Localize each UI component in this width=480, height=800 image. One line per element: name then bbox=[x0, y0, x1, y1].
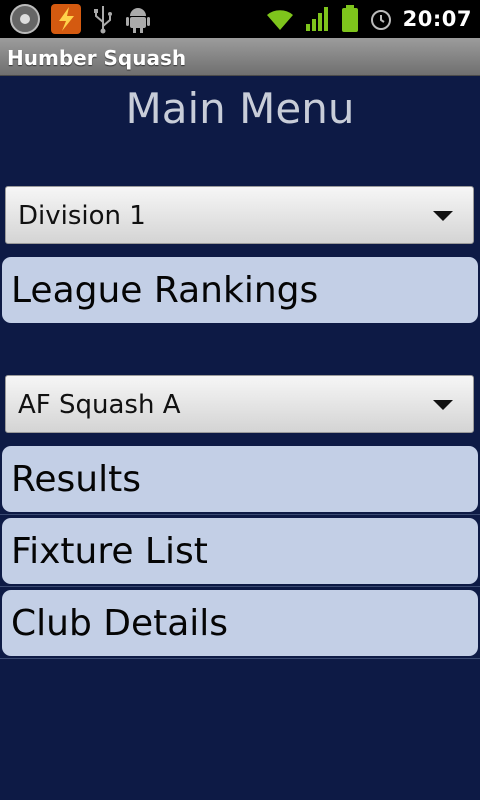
results-button[interactable]: Results bbox=[2, 446, 478, 512]
chevron-down-icon bbox=[433, 211, 453, 221]
wifi-icon bbox=[266, 10, 293, 30]
fixture-list-button[interactable]: Fixture List bbox=[2, 518, 478, 584]
team-select[interactable]: AF Squash A bbox=[5, 375, 474, 433]
usb-icon bbox=[94, 6, 112, 34]
alarm-icon bbox=[370, 10, 391, 30]
flash-icon bbox=[51, 4, 81, 34]
club-details-button[interactable]: Club Details bbox=[2, 590, 478, 656]
system-icons: 20:07 bbox=[265, 2, 472, 36]
page-title: Main Menu bbox=[125, 84, 355, 133]
battery-icon bbox=[341, 5, 358, 32]
status-bar: 20:07 bbox=[0, 0, 480, 38]
divider bbox=[0, 586, 480, 587]
league-rankings-button[interactable]: League Rankings bbox=[2, 257, 478, 323]
media-icon bbox=[10, 4, 40, 34]
status-clock: 20:07 bbox=[402, 7, 472, 31]
app-title: Humber Squash bbox=[7, 46, 187, 70]
signal-icon bbox=[305, 7, 328, 31]
club-details-label: Club Details bbox=[11, 603, 229, 644]
divider bbox=[0, 658, 480, 659]
division-select-value: Division 1 bbox=[18, 201, 146, 231]
division-select[interactable]: Division 1 bbox=[5, 186, 474, 244]
title-bar: Humber Squash bbox=[0, 38, 480, 76]
results-label: Results bbox=[11, 459, 141, 500]
team-select-value: AF Squash A bbox=[18, 390, 181, 420]
divider bbox=[0, 514, 480, 515]
notification-icons bbox=[8, 2, 152, 36]
league-rankings-label: League Rankings bbox=[11, 270, 319, 311]
fixture-list-label: Fixture List bbox=[11, 531, 208, 572]
chevron-down-icon bbox=[433, 400, 453, 410]
android-debug-icon bbox=[126, 8, 150, 33]
